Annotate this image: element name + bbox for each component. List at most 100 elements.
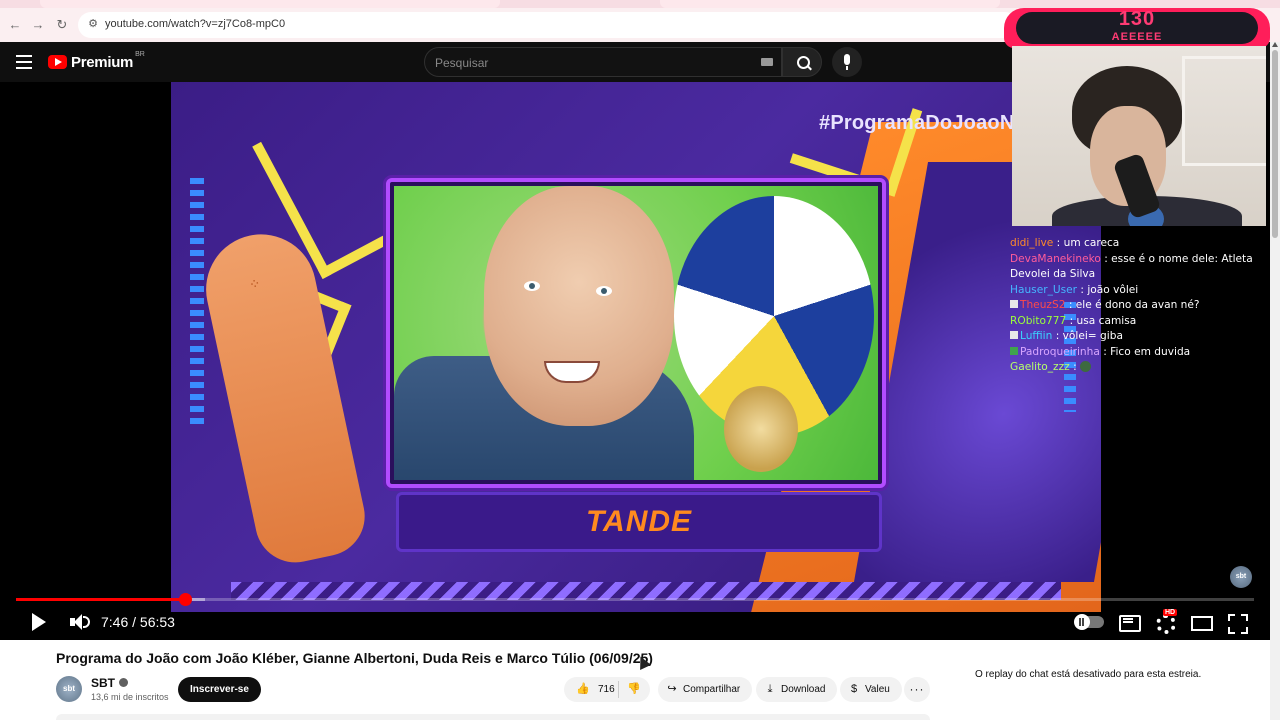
medal-graphic (724, 386, 798, 472)
share-label: Compartilhar (683, 684, 741, 695)
stream-counter: 130 (1118, 8, 1156, 30)
subtitles-button[interactable] (1118, 612, 1141, 632)
autoplay-toggle[interactable] (1074, 614, 1104, 630)
chat-username[interactable]: Padroqueirinha (1020, 346, 1100, 358)
browser-tab[interactable] (660, 0, 1000, 8)
video-details: Programa do João com João Kléber, Gianne… (0, 640, 1270, 720)
share-button[interactable]: ↪ Compartilhar (658, 677, 753, 702)
fullscreen-button[interactable] (1226, 612, 1248, 632)
chat-message: didi_live : um careca (1010, 236, 1270, 252)
like-button[interactable]: 👍 716 (564, 681, 619, 698)
chat-username[interactable]: RObito777 (1010, 315, 1066, 327)
play-button[interactable] (28, 612, 50, 632)
chat-badge-icon (1010, 331, 1018, 339)
guest-name: TANDE (585, 505, 693, 538)
chat-username[interactable]: Luffiin (1020, 330, 1052, 342)
search-placeholder: Pesquisar (435, 56, 489, 70)
scroll-up-icon[interactable] (1272, 42, 1278, 47)
like-dislike-group: 👍 716 👎 (564, 677, 650, 702)
progress-bar[interactable] (16, 593, 1254, 606)
chat-badge-icon (1010, 300, 1018, 308)
address-url[interactable]: youtube.com/watch?v=zj7Co8-mpC0 (105, 18, 285, 30)
share-icon: ↪ (667, 683, 677, 695)
video-title: Programa do João com João Kléber, Gianne… (56, 650, 653, 666)
show-hashtag: #ProgramaDoJoaoN (819, 112, 1015, 134)
logo-brand: Premium (71, 53, 134, 71)
progress-played (16, 598, 185, 601)
chat-message: Gaelito_zzz : (1010, 360, 1270, 376)
dislike-button[interactable]: 👎 (619, 677, 641, 702)
thanks-icon: $ (850, 683, 858, 695)
photo-eye (596, 286, 612, 296)
channel-name-text[interactable]: SBT (91, 676, 115, 690)
hd-badge: HD (1163, 609, 1178, 616)
player-controls: 7:46 / 56:53 HD (0, 604, 1270, 640)
chat-message: RObito777 : usa camisa (1010, 314, 1270, 330)
keyboard-icon[interactable] (761, 58, 773, 66)
youtube-premium-logo[interactable]: Premium BR (48, 50, 145, 71)
channel-avatar[interactable]: sbt (56, 676, 82, 702)
chat-text: : usa camisa (1066, 314, 1137, 327)
channel-watermark[interactable]: sbt (1230, 566, 1252, 588)
more-actions-button[interactable]: ··· (904, 677, 930, 702)
screen: ← → ↻ ⚙ youtube.com/watch?v=zj7Co8-mpC0 … (0, 0, 1280, 720)
subscribe-button[interactable]: Inscrever-se (178, 677, 261, 702)
chat-message: Padroqueirinha : Fico em duvida (1010, 345, 1270, 361)
chat-message: DevaManekineko : esse é o nome dele: Atl… (1010, 252, 1270, 283)
chat-message: Luffiin : vôlei= giba (1010, 329, 1270, 345)
search-button[interactable] (782, 47, 822, 77)
chat-replay-disabled-notice: O replay do chat está desativado para es… (975, 669, 1202, 680)
logo-region: BR (135, 50, 145, 58)
stream-counter-banner: 130 AEEEEE (1004, 8, 1270, 48)
page-scrollbar[interactable] (1270, 42, 1280, 720)
download-button[interactable]: ⤓ Download (756, 677, 838, 702)
thanks-button[interactable]: $ Valeu (840, 677, 902, 702)
guest-photo-frame (386, 178, 886, 488)
chat-text: : ele é dono da avan né? (1065, 299, 1200, 311)
chat-text: : (1069, 361, 1081, 373)
thumbs-up-icon: 👍 (576, 683, 590, 695)
thanks-label: Valeu (865, 684, 890, 695)
chat-username[interactable]: didi_live (1010, 237, 1053, 249)
chat-text: : vôlei= giba (1052, 330, 1123, 342)
stream-counter-subtitle: AEEEEE (1111, 31, 1163, 43)
chat-text: : Fico em duvida (1099, 345, 1191, 358)
like-count: 716 (598, 684, 615, 695)
chat-message: Hauser_User : joão vôlei (1010, 283, 1270, 299)
chat-username[interactable]: Gaelito_zzz (1010, 361, 1070, 373)
site-info-icon[interactable]: ⚙ (86, 17, 100, 31)
time-display: 7:46 / 56:53 (101, 614, 175, 630)
video-frame[interactable]: ⁘ #ProgramaDoJoaoN TANDE (171, 82, 1101, 612)
search-input[interactable]: Pesquisar (424, 47, 782, 77)
decor-stripes (190, 178, 204, 428)
chat-username[interactable]: TheuzS2 (1020, 299, 1065, 311)
chat-text: : joão vôlei (1077, 283, 1139, 296)
volume-button[interactable] (68, 612, 90, 632)
chat-username[interactable]: Hauser_User (1010, 284, 1077, 296)
scrollbar-thumb[interactable] (1272, 50, 1278, 238)
theater-mode-button[interactable] (1190, 612, 1213, 632)
description-box[interactable] (56, 714, 930, 720)
download-label: Download (781, 684, 826, 695)
chat-message: TheuzS2 : ele é dono da avan né? (1010, 298, 1270, 314)
thumbs-down-icon: 👎 (627, 683, 641, 695)
voice-search-button[interactable] (832, 47, 862, 77)
verified-icon (119, 678, 128, 687)
menu-icon[interactable] (16, 55, 32, 69)
photo-eye (524, 281, 540, 291)
forward-icon[interactable]: → (29, 16, 47, 34)
address-bar[interactable]: ⚙ youtube.com/watch?v=zj7Co8-mpC0 (78, 12, 1018, 38)
back-icon[interactable]: ← (6, 16, 24, 34)
stream-chat: didi_live : um careca DevaManekineko : es… (1010, 236, 1270, 376)
channel-name[interactable]: SBT (91, 676, 128, 690)
guest-name-plate: TANDE (396, 492, 882, 552)
reload-icon[interactable]: ↻ (53, 16, 71, 34)
download-icon: ⤓ (767, 683, 773, 695)
subscriber-count: 13,6 mi de inscritos (91, 692, 169, 702)
browser-tab[interactable] (40, 0, 500, 8)
chat-badge-icon (1010, 346, 1018, 355)
streamer-webcam (1012, 46, 1266, 226)
youtube-play-logo-icon (48, 55, 67, 69)
chat-username[interactable]: DevaManekineko (1010, 253, 1101, 265)
browser-tabstrip (0, 0, 1280, 8)
